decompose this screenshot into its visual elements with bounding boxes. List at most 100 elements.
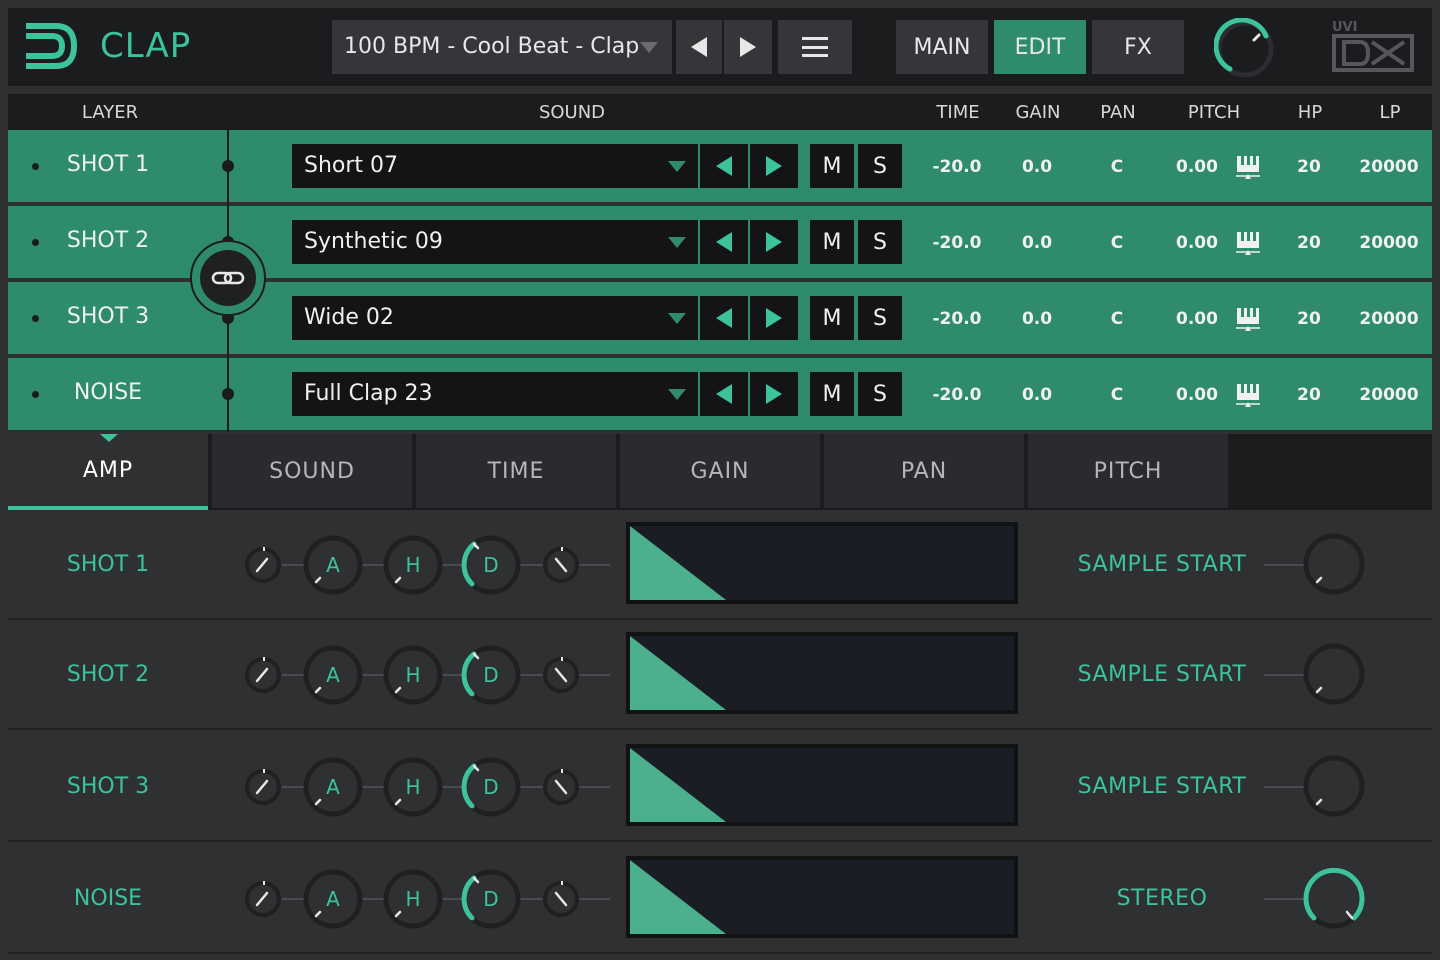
hp-value[interactable]: 20 [1297,385,1321,405]
tab-sound[interactable]: SOUND [212,434,412,508]
attack-knob[interactable]: A [302,756,364,818]
master-volume-knob[interactable] [1214,18,1276,80]
tab-main[interactable]: MAIN [896,20,988,74]
solo-button[interactable]: S [858,372,902,416]
piano-keyboard-icon[interactable] [1236,154,1260,180]
lp-value[interactable]: 20000 [1359,385,1418,405]
hold-knob[interactable]: H [382,868,444,930]
decay-knob[interactable]: D [460,644,522,706]
menu-button[interactable] [778,20,852,74]
time-value[interactable]: -20.0 [933,309,982,329]
lp-value[interactable]: 20000 [1359,157,1418,177]
pre-attack-knob[interactable] [244,768,282,806]
previous-sound-button[interactable] [700,296,748,340]
routing-node [222,388,234,400]
curve-knob[interactable] [542,656,580,694]
svg-text:A: A [326,775,340,799]
decay-knob[interactable]: D [460,534,522,596]
next-sound-button[interactable] [750,372,798,416]
pre-attack-knob[interactable] [244,546,282,584]
previous-sound-button[interactable] [700,144,748,188]
right-param-knob[interactable] [1302,642,1366,706]
piano-keyboard-icon[interactable] [1236,306,1260,332]
tab-gain[interactable]: GAIN [620,434,820,508]
next-sound-button[interactable] [750,220,798,264]
chevron-down-icon [668,237,686,248]
time-value[interactable]: -20.0 [933,233,982,253]
hp-value[interactable]: 20 [1297,233,1321,253]
time-value[interactable]: -20.0 [933,157,982,177]
sound-selector[interactable]: Full Clap 23 [292,372,698,416]
piano-keyboard-icon[interactable] [1236,382,1260,408]
gain-value[interactable]: 0.0 [1022,157,1052,177]
hp-value[interactable]: 20 [1297,157,1321,177]
pre-attack-knob[interactable] [244,880,282,918]
solo-button[interactable]: S [858,144,902,188]
pitch-value[interactable]: 0.00 [1176,309,1218,329]
next-preset-button[interactable] [724,20,772,74]
lp-value[interactable]: 20000 [1359,309,1418,329]
hold-knob[interactable]: H [382,756,444,818]
tab-time[interactable]: TIME [416,434,616,508]
arrow-left-icon [691,37,707,57]
sound-selector[interactable]: Short 07 [292,144,698,188]
solo-button[interactable]: S [858,296,902,340]
next-sound-button[interactable] [750,144,798,188]
gain-value[interactable]: 0.0 [1022,309,1052,329]
right-param-knob[interactable] [1302,754,1366,818]
mute-button[interactable]: M [810,296,854,340]
attack-knob[interactable]: A [302,644,364,706]
attack-knob[interactable]: A [302,534,364,596]
piano-keyboard-icon[interactable] [1236,230,1260,256]
right-param-knob[interactable] [1302,532,1366,596]
time-value[interactable]: -20.0 [933,385,982,405]
tab-pitch[interactable]: PITCH [1028,434,1228,508]
pan-value[interactable]: C [1111,233,1123,253]
tab-edit[interactable]: EDIT [994,20,1086,74]
gain-value[interactable]: 0.0 [1022,385,1052,405]
gain-value[interactable]: 0.0 [1022,233,1052,253]
pan-value[interactable]: C [1111,385,1123,405]
hold-knob[interactable]: H [382,644,444,706]
right-param-knob[interactable] [1302,866,1366,930]
decay-knob[interactable]: D [460,756,522,818]
hold-knob[interactable]: H [382,534,444,596]
arrow-right-icon [766,384,782,404]
layer-name: SHOT 1 [66,152,150,177]
sound-selector[interactable]: Synthetic 09 [292,220,698,264]
pitch-value[interactable]: 0.00 [1176,385,1218,405]
pitch-value[interactable]: 0.00 [1176,233,1218,253]
uvi-logo-icon: UVI [1332,20,1414,72]
previous-sound-button[interactable] [700,220,748,264]
svg-text:D: D [483,887,498,911]
mute-button[interactable]: M [810,220,854,264]
mute-button[interactable]: M [810,144,854,188]
tab-fx[interactable]: FX [1092,20,1184,74]
column-gain: GAIN [1015,102,1061,123]
tab-pan[interactable]: PAN [824,434,1024,508]
hp-value[interactable]: 20 [1297,309,1321,329]
sound-selector[interactable]: Wide 02 [292,296,698,340]
svg-text:D: D [483,553,498,577]
preset-selector[interactable]: 100 BPM - Cool Beat - Clap [332,20,672,74]
pitch-value[interactable]: 0.00 [1176,157,1218,177]
curve-knob[interactable] [542,546,580,584]
pan-value[interactable]: C [1111,309,1123,329]
curve-knob[interactable] [542,768,580,806]
previous-preset-button[interactable] [676,20,722,74]
previous-sound-button[interactable] [700,372,748,416]
curve-knob[interactable] [542,880,580,918]
tab-amp[interactable]: AMP [8,434,208,510]
lp-value[interactable]: 20000 [1359,233,1418,253]
attack-knob[interactable]: A [302,868,364,930]
chevron-down-icon [640,42,658,53]
solo-button[interactable]: S [858,220,902,264]
next-sound-button[interactable] [750,296,798,340]
decay-knob[interactable]: D [460,868,522,930]
pre-attack-knob[interactable] [244,656,282,694]
pan-value[interactable]: C [1111,157,1123,177]
preset-name: 100 BPM - Cool Beat - Clap [344,34,640,59]
edit-tab-bar: AMP SOUND TIME GAIN PAN PITCH [8,434,1432,510]
link-layers-button[interactable] [200,250,256,306]
mute-button[interactable]: M [810,372,854,416]
